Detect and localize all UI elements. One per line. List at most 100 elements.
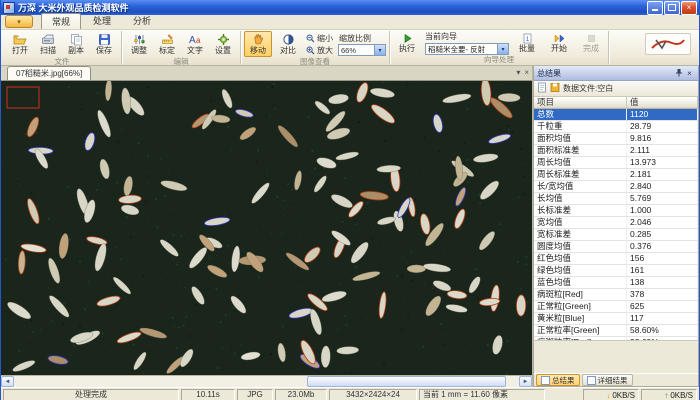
results-table: 项目 值 总数1120千粒重28.79面积均值9.816面积标准差2.111周长… — [534, 97, 698, 341]
menu-bar: ▾ 常规处理分析 — [1, 15, 699, 30]
net-down-indicator: ↓0KB/S — [583, 389, 639, 400]
zoom-in-icon — [306, 46, 315, 55]
finish-button[interactable]: 完成 — [577, 31, 605, 55]
start-icon — [553, 33, 566, 44]
scroll-track[interactable] — [14, 376, 519, 387]
table-row[interactable]: 长均值5.769 — [534, 193, 698, 205]
wizard-select[interactable]: 稻糙米全要- 反射 ▾ — [425, 43, 509, 55]
table-row[interactable]: 千粒重28.79 — [534, 121, 698, 133]
status-segment-2: JPG — [237, 389, 273, 400]
chevron-down-icon: ▾ — [497, 44, 508, 54]
close-panel-icon[interactable]: × — [684, 69, 695, 78]
column-header-value[interactable]: 值 — [627, 97, 698, 109]
footer-tab-0[interactable]: 总结果 — [536, 374, 580, 386]
table-row[interactable]: 黄米粒[Blue]117 — [534, 313, 698, 325]
table-row[interactable]: 蓝色均值138 — [534, 277, 698, 289]
calibrate-icon — [161, 33, 174, 46]
results-table-body: 总数1120千粒重28.79面积均值9.816面积标准差2.111周长均值13.… — [534, 109, 698, 341]
settings-icon — [217, 33, 230, 46]
menu-tabs: 常规处理分析 — [41, 13, 163, 29]
text-button[interactable]: Aa文字 — [181, 31, 209, 57]
zoom-out-button[interactable]: 缩小 — [306, 33, 333, 44]
document-tab[interactable]: 07稻糙米.jpg[66%] — [7, 66, 91, 80]
settings-button[interactable]: 设置 — [209, 31, 237, 57]
down-arrow-icon: ↓ — [606, 391, 610, 400]
play-icon — [402, 33, 413, 44]
scan-button[interactable]: 扫描 — [34, 31, 62, 57]
save-button[interactable]: 保存 — [90, 31, 118, 57]
hand-icon — [252, 33, 265, 46]
execute-button[interactable]: 执行 — [393, 31, 421, 55]
scroll-thumb[interactable] — [307, 376, 506, 387]
scroll-right-icon[interactable]: ► — [519, 376, 532, 387]
horizontal-scrollbar[interactable]: ◄ ► — [1, 375, 532, 387]
status-bar: 处理完成10.11sJPG23.0Mb3432×2424×24当前 1 mm =… — [1, 387, 699, 400]
table-row[interactable]: 正常粒率[Green]58.60% — [534, 325, 698, 337]
contrast-button[interactable]: 对比 — [274, 31, 302, 57]
table-icon — [541, 376, 550, 385]
image-canvas[interactable] — [1, 81, 532, 375]
save-data-icon[interactable] — [550, 82, 560, 95]
adjust-icon — [133, 33, 146, 46]
group-label-view: 图像查看 — [244, 57, 386, 66]
footer-tab-1[interactable]: 详细结果 — [582, 374, 633, 386]
table-row[interactable]: 周长标准差2.181 — [534, 169, 698, 181]
status-segment-5: 当前 1 mm = 11.60 像素 — [419, 389, 545, 400]
calibrate-button[interactable]: 标定 — [153, 31, 181, 57]
zoom-out-icon — [306, 34, 315, 43]
toolbar: 打开扫描副本保存 文件 调整标定Aa文字设置 编辑 移动 对比 — [1, 30, 699, 66]
zoom-ratio-label: 缩放比例 — [339, 33, 371, 44]
open-button[interactable]: 打开 — [6, 31, 34, 57]
table-row[interactable]: 病斑粒[Red]378 — [534, 289, 698, 301]
table-row[interactable]: 面积均值9.816 — [534, 133, 698, 145]
table-row[interactable]: 绿色均值161 — [534, 265, 698, 277]
new-data-icon[interactable] — [537, 82, 547, 95]
table-row[interactable]: 总数1120 — [534, 109, 698, 121]
tab-0[interactable]: 常规 — [41, 13, 81, 29]
status-segment-3: 23.0Mb — [275, 389, 327, 400]
table-row[interactable]: 红色均值156 — [534, 253, 698, 265]
document-tab-strip: 07稻糙米.jpg[66%] ▾ × — [1, 66, 532, 81]
table-row[interactable]: 长标准差1.000 — [534, 205, 698, 217]
column-header-item[interactable]: 项目 — [534, 97, 627, 109]
tab-2[interactable]: 分析 — [123, 13, 161, 29]
finish-icon — [586, 33, 597, 44]
toolbar-group-wizard: 执行 当前向导 稻糙米全要- 反射 ▾ 1 批量 开始 — [390, 31, 609, 64]
results-panel-footer: 总结果详细结果 — [534, 373, 698, 386]
table-row[interactable]: 宽均值2.046 — [534, 217, 698, 229]
results-panel-title: 总结果 — [537, 68, 673, 79]
tab-1[interactable]: 处理 — [83, 13, 121, 29]
brand-logo — [645, 33, 691, 55]
folder-open-icon — [13, 33, 27, 46]
tab-list-icon[interactable]: ▾ — [516, 68, 520, 77]
toolbar-group-file-buttons: 打开扫描副本保存 — [6, 31, 118, 57]
status-segment-1: 10.11s — [181, 389, 235, 400]
adjust-button[interactable]: 调整 — [125, 31, 153, 57]
panel-empty-space — [534, 341, 698, 373]
group-label-edit: 编辑 — [125, 57, 237, 66]
table-row[interactable]: 周长均值13.973 — [534, 157, 698, 169]
zoom-in-button[interactable]: 放大 — [306, 45, 333, 56]
zoom-select[interactable]: 66% ▾ — [338, 44, 386, 56]
text-icon: Aa — [188, 33, 202, 46]
save-icon — [98, 33, 111, 46]
table-row[interactable]: 长/宽均值2.840 — [534, 181, 698, 193]
duplicate-button[interactable]: 副本 — [62, 31, 90, 57]
table-row[interactable]: 正常粒[Green]625 — [534, 301, 698, 313]
close-document-icon[interactable]: × — [524, 68, 529, 77]
batch-button[interactable]: 1 批量 — [513, 31, 541, 55]
results-panel-toolbar: 数据文件:空白 — [534, 81, 698, 97]
table-row[interactable]: 圆度均值0.376 — [534, 241, 698, 253]
close-button[interactable]: × — [681, 1, 697, 15]
restore-button[interactable] — [664, 1, 680, 15]
app-icon — [3, 2, 15, 14]
table-icon — [587, 376, 596, 385]
minimize-button[interactable] — [647, 1, 663, 15]
move-button[interactable]: 移动 — [244, 31, 272, 57]
app-menu-button[interactable]: ▾ — [5, 15, 33, 28]
table-row[interactable]: 宽标准差0.285 — [534, 229, 698, 241]
table-row[interactable]: 面积标准差2.111 — [534, 145, 698, 157]
start-button[interactable]: 开始 — [545, 31, 573, 55]
pin-icon[interactable] — [673, 68, 684, 79]
scroll-left-icon[interactable]: ◄ — [1, 376, 14, 387]
